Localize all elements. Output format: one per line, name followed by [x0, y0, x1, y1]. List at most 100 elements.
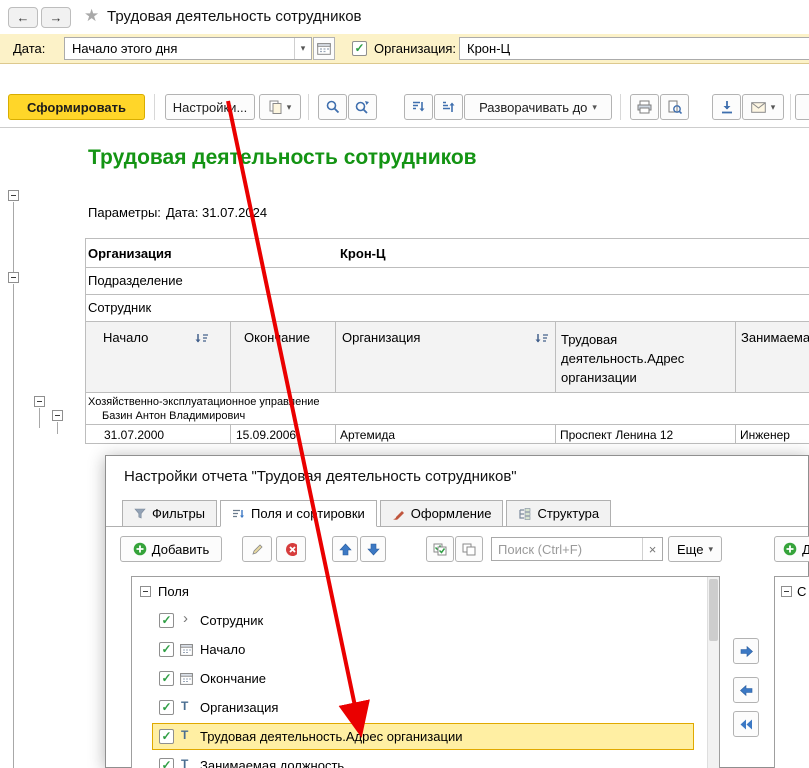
column-header[interactable]: Начало — [103, 330, 148, 345]
column-header[interactable]: Окончание — [244, 330, 310, 345]
print-preview-button[interactable] — [660, 94, 689, 120]
item-checkbox[interactable]: ✓ — [159, 758, 174, 768]
move-down-button[interactable] — [360, 536, 386, 562]
move-all-left-button[interactable] — [733, 711, 759, 737]
text-field-icon: Т — [181, 757, 188, 768]
tree-item-label: Сотрудник — [200, 613, 263, 628]
column-header[interactable]: Трудовая деятельность.Адрес организации — [561, 330, 729, 387]
delete-field-button[interactable] — [276, 536, 306, 562]
data-cell[interactable]: 15.09.2006 — [236, 428, 296, 442]
expand-chevron-icon[interactable]: › — [183, 610, 188, 627]
group-collapse-icon[interactable] — [34, 396, 45, 407]
item-checkbox[interactable]: ✓ — [159, 642, 174, 657]
data-cell[interactable]: 31.07.2000 — [104, 428, 164, 442]
data-cell[interactable]: Инженер — [740, 428, 790, 442]
search-input[interactable] — [492, 538, 642, 560]
chevron-down-icon: ▾ — [287, 102, 292, 113]
envelope-icon — [751, 102, 766, 113]
find-button[interactable] — [318, 94, 347, 120]
move-left-button[interactable] — [733, 677, 759, 703]
group-collapse-icon[interactable] — [8, 272, 19, 283]
tab-fields-and-sorting[interactable]: Поля и сортировки — [220, 500, 377, 527]
print-button[interactable] — [630, 94, 659, 120]
item-checkbox[interactable]: ✓ — [159, 700, 174, 715]
date-period-dropdown-button[interactable]: ▾ — [294, 38, 311, 59]
back-arrow-icon: ← — [17, 10, 30, 25]
clipped-toolbar-button[interactable] — [795, 94, 809, 120]
column-header[interactable]: Организация — [342, 330, 420, 345]
cancel-search-button[interactable] — [348, 94, 377, 120]
tree-item-row[interactable]: ✓ Начало — [132, 635, 708, 664]
data-cell[interactable]: Проспект Ленина 12 — [560, 428, 673, 442]
right-panel-add-button[interactable]: Д — [774, 536, 809, 562]
collapse-minus-icon[interactable] — [140, 586, 151, 597]
item-checkbox[interactable]: ✓ — [159, 613, 174, 628]
group-collapse-icon[interactable] — [8, 190, 19, 201]
fields-sort-icon — [232, 508, 245, 520]
tab-structure[interactable]: Структура — [506, 500, 611, 527]
column-header[interactable]: Занимаемая должность — [741, 330, 809, 345]
scrollbar-thumb[interactable] — [709, 579, 718, 641]
favorite-star-icon[interactable]: ★ — [84, 6, 99, 26]
table-line — [85, 238, 86, 443]
tree-item-row[interactable]: ✓ › Сотрудник — [132, 606, 708, 635]
group-row-employee[interactable]: Базин Антон Владимирович — [102, 410, 245, 422]
check-all-button[interactable] — [426, 536, 454, 562]
table-line — [555, 321, 556, 392]
settings-button[interactable]: Настройки... — [165, 94, 255, 120]
calendar-picker-button[interactable] — [313, 37, 335, 60]
chevron-down-icon: ▾ — [771, 102, 776, 113]
tab-appearance[interactable]: Оформление — [380, 500, 504, 527]
data-cell[interactable]: Артемида — [340, 428, 395, 442]
settings-label: Настройки... — [173, 100, 248, 115]
parameters-label: Параметры: — [88, 205, 161, 220]
tab-filters[interactable]: Фильтры — [122, 500, 217, 527]
arrow-up-icon — [339, 543, 352, 556]
move-up-button[interactable] — [332, 536, 358, 562]
table-line — [555, 424, 556, 443]
scrollbar[interactable] — [707, 577, 719, 768]
forward-button[interactable]: → — [41, 7, 71, 28]
tree-item-row[interactable]: ✓ Т Организация — [132, 693, 708, 722]
expand-groups-button[interactable] — [434, 94, 463, 120]
copy-result-button[interactable]: ▾ — [259, 94, 301, 120]
collapse-minus-icon[interactable] — [781, 586, 792, 597]
generate-report-button[interactable]: Сформировать — [8, 94, 145, 120]
send-email-button[interactable]: ▾ — [742, 94, 784, 120]
report-department-label: Подразделение — [88, 273, 183, 288]
table-line — [85, 392, 809, 393]
move-right-button[interactable] — [733, 638, 759, 664]
edit-field-button[interactable] — [242, 536, 272, 562]
group-line — [39, 408, 40, 428]
uncheck-all-button[interactable] — [455, 536, 483, 562]
item-checkbox[interactable]: ✓ — [159, 671, 174, 686]
back-button[interactable]: ← — [8, 7, 38, 28]
tree-item-row[interactable]: ✓ Т Занимаемая должность — [132, 751, 708, 768]
organization-checkbox[interactable]: ✓ — [352, 41, 367, 56]
expand-to-button[interactable]: Разворачивать до ▾ — [464, 94, 612, 120]
item-checkbox[interactable]: ✓ — [159, 729, 174, 744]
collapse-groups-button[interactable] — [404, 94, 433, 120]
add-label: Добавить — [152, 542, 209, 557]
window-title: Трудовая деятельность сотрудников — [107, 8, 362, 25]
sort-descending-icon[interactable] — [194, 332, 209, 345]
organization-input[interactable]: Крон-Ц — [459, 37, 809, 60]
more-button[interactable]: Еще ▾ — [668, 536, 722, 562]
delete-circle-icon — [285, 542, 297, 557]
add-field-button[interactable]: Добавить — [120, 536, 222, 562]
plus-circle-icon — [133, 542, 147, 556]
group-line — [57, 422, 58, 434]
group-collapse-icon[interactable] — [52, 410, 63, 421]
save-file-button[interactable] — [712, 94, 741, 120]
organization-value: Крон-Ц — [467, 41, 510, 56]
toolbar-separator — [790, 94, 791, 120]
group-row-department[interactable]: Хозяйственно-эксплуатационное управление — [88, 396, 320, 408]
tree-root-row[interactable]: Поля — [132, 577, 708, 606]
sort-descending-icon[interactable] — [534, 332, 549, 345]
clear-search-icon[interactable]: × — [642, 538, 662, 560]
table-line — [230, 321, 231, 392]
tree-item-row-highlighted[interactable]: ✓ Т Трудовая деятельность.Адрес организа… — [132, 722, 708, 751]
tree-item-label: Окончание — [200, 671, 266, 686]
tree-item-row[interactable]: ✓ Окончание — [132, 664, 708, 693]
date-period-combo[interactable]: Начало этого дня ▾ — [64, 37, 312, 60]
